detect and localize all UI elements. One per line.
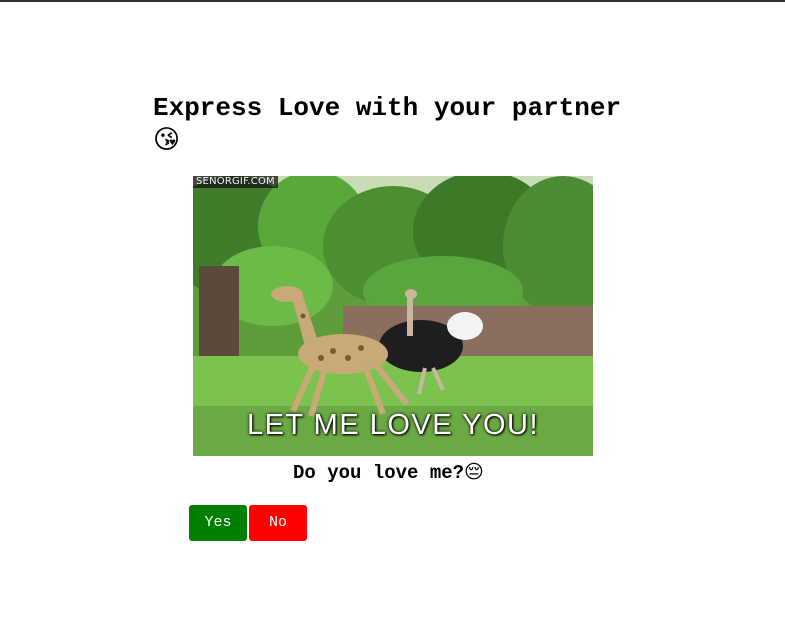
no-button[interactable]: No (249, 505, 307, 541)
gif-caption: LET ME LOVE YOU! (246, 409, 540, 441)
love-question-text: Do you love me? (293, 462, 465, 484)
pensive-emoji-icon: 😔 (464, 461, 484, 483)
gif-watermark: SENORGIF.COM (193, 176, 278, 188)
love-gif-image: SENORGIF.COM LET ME LOVE YOU! (193, 176, 593, 456)
love-question: Do you love me?😔 (293, 458, 484, 487)
kiss-emoji-icon: 😘 (153, 125, 181, 155)
tree-foliage (193, 176, 593, 326)
page-title: Express Love with your partner 😘 (153, 92, 643, 157)
yes-button[interactable]: Yes (189, 505, 247, 541)
page-title-text: Express Love with your partner (153, 93, 622, 123)
gif-rock (199, 266, 239, 361)
top-divider (0, 0, 785, 2)
